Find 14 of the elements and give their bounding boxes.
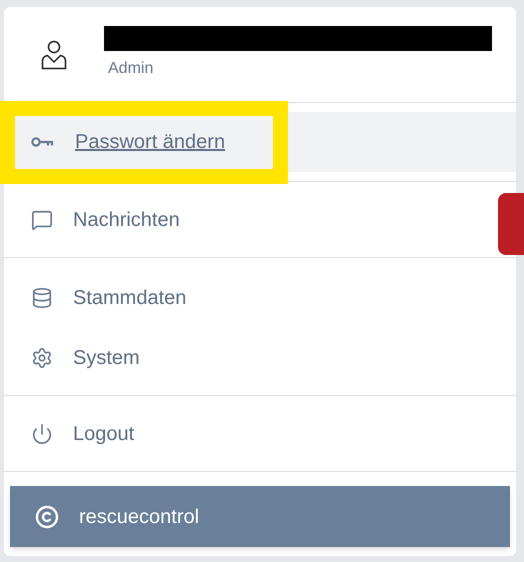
user-icon (41, 40, 67, 70)
menu-item[interactable]: Nachrichten (4, 190, 496, 250)
side-tab-button[interactable] (498, 193, 524, 255)
power-icon (31, 423, 53, 445)
menu-item[interactable]: Stammdaten (4, 268, 496, 328)
menu-item[interactable]: Logout (4, 404, 496, 464)
brand-name: rescuecontrol (79, 504, 200, 530)
database-icon (31, 287, 53, 309)
settings-icon (31, 347, 53, 369)
key-icon (31, 136, 55, 148)
menu-item[interactable]: System (4, 328, 496, 388)
user-role: Admin (108, 59, 154, 79)
message-icon (31, 209, 53, 231)
copyright-icon (35, 504, 59, 528)
